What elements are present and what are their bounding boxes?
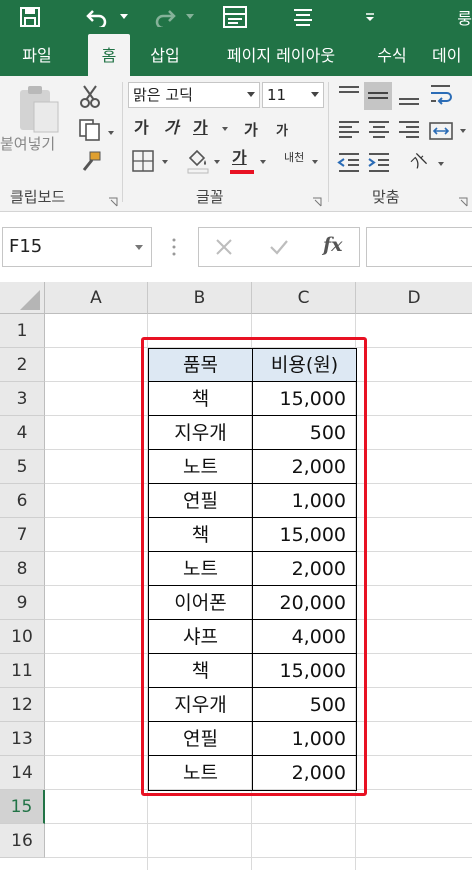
increase-indent-icon[interactable] [366,150,392,176]
top-align-icon[interactable] [336,82,362,108]
redo-dropdown-icon[interactable] [184,2,196,32]
formula-bar-splitter-icon[interactable] [172,238,176,256]
name-box[interactable]: F15 [2,227,152,267]
copy-icon[interactable] [78,118,102,142]
fill-color-icon[interactable] [186,148,210,174]
wrap-text-icon[interactable] [428,82,454,108]
merge-center-icon[interactable] [428,118,454,144]
tab-data[interactable]: 데이 [432,34,472,76]
group-separator [328,82,329,202]
format-painter-icon[interactable] [78,150,102,174]
row-header-5[interactable]: 5 [0,450,45,484]
formula-input[interactable] [366,227,472,267]
borders-dropdown-icon[interactable] [162,160,168,164]
select-all-corner[interactable] [0,282,45,314]
underline-button[interactable]: 가 [193,118,208,138]
grow-font-button[interactable]: 가 [244,120,258,140]
row-header-11[interactable]: 11 [0,654,45,688]
font-size-value: 11 [267,86,287,104]
column-header-a[interactable]: A [45,282,148,314]
row-header-3[interactable]: 3 [0,382,45,416]
undo-icon[interactable] [80,2,114,32]
font-color-swatch [230,170,254,174]
column-header-b[interactable]: B [148,282,252,314]
grid-row-line [45,857,472,858]
font-color-button[interactable]: 가 [232,148,247,168]
underline-dropdown-icon[interactable] [222,127,228,131]
phonetic-dropdown-icon[interactable] [312,160,318,164]
align-center-icon[interactable] [366,118,392,144]
alignment-group-label: 맞춤 [372,188,400,206]
chevron-down-icon [311,92,319,97]
title-bar: 룽 [0,0,472,34]
fill-color-dropdown-icon[interactable] [214,160,220,164]
shrink-font-button[interactable]: 가 [276,122,288,142]
row-header-1[interactable]: 1 [0,314,45,348]
row-header-6[interactable]: 6 [0,484,45,518]
column-header-d[interactable]: D [356,282,472,314]
tab-page-layout[interactable]: 페이지 레이아웃 [206,34,356,76]
highlight-box [141,337,367,796]
customize-toolbar-icon[interactable] [362,2,378,32]
row-header-14[interactable]: 14 [0,756,45,790]
row-header-16[interactable]: 16 [0,824,45,858]
save-icon[interactable] [14,2,46,32]
orientation-button[interactable]: 가 [407,150,432,175]
clipboard-launcher-icon[interactable] [108,192,118,207]
row-header-15[interactable]: 15 [0,790,45,824]
middle-align-icon[interactable] [364,82,392,110]
insert-function-button[interactable]: fx [323,234,343,256]
row-header-4[interactable]: 4 [0,416,45,450]
decrease-indent-icon[interactable] [336,150,362,176]
redo-icon[interactable] [148,2,182,32]
tab-insert[interactable]: 삽입 [140,34,190,76]
font-name-value: 맑은 고딕 [133,86,193,104]
window-title: 룽 [457,9,472,28]
copy-dropdown-icon[interactable] [108,131,114,135]
alignment-launcher-icon[interactable] [458,192,468,207]
font-name-combo[interactable]: 맑은 고딕 [128,82,260,108]
font-launcher-icon[interactable] [312,192,322,207]
font-color-dropdown-icon[interactable] [260,160,266,164]
italic-button[interactable]: 가 [164,118,179,138]
row-header-7[interactable]: 7 [0,518,45,552]
column-header-c[interactable]: C [252,282,356,314]
group-separator [122,82,123,202]
ribbon: 붙여넣기 클립보드 맑은 고딕 11 가 가 가 가 가 가 내천 글꼴 가 맞… [0,76,472,212]
formula-buttons: fx [198,227,360,267]
align-right-icon[interactable] [396,118,422,144]
enter-check-icon[interactable] [269,238,289,260]
orientation-dropdown-icon[interactable] [438,162,444,166]
row-header-12[interactable]: 12 [0,688,45,722]
align-left-icon[interactable] [336,118,362,144]
borders-icon[interactable] [132,150,156,174]
chevron-down-icon [247,92,255,97]
grid-row-line [45,823,472,824]
tab-file[interactable]: 파일 [6,34,68,76]
ribbon-tabs: 파일 홈 삽입 페이지 레이아웃 수식 데이 [0,34,472,76]
phonetic-button[interactable]: 내천 [284,148,304,168]
cut-icon[interactable] [78,84,102,108]
cancel-icon[interactable] [215,238,233,260]
undo-dropdown-icon[interactable] [118,2,130,32]
paste-icon[interactable] [14,84,62,134]
row-header-10[interactable]: 10 [0,620,45,654]
bottom-align-icon[interactable] [396,82,422,108]
row-header-9[interactable]: 9 [0,586,45,620]
name-box-value: F15 [9,236,43,257]
row-header-8[interactable]: 8 [0,552,45,586]
bold-button[interactable]: 가 [134,118,149,138]
font-group-label: 글꼴 [196,188,224,206]
form-icon[interactable] [220,2,250,32]
row-header-13[interactable]: 13 [0,722,45,756]
clipboard-group-label: 클립보드 [10,188,66,206]
row-header-2[interactable]: 2 [0,348,45,382]
tab-formulas[interactable]: 수식 [366,34,418,76]
tab-home[interactable]: 홈 [88,34,130,76]
font-size-combo[interactable]: 11 [262,82,324,108]
merge-dropdown-icon[interactable] [460,129,466,133]
paste-button-label[interactable]: 붙여넣기 [0,134,55,154]
align-text-icon[interactable] [288,2,318,32]
chevron-down-icon [135,245,143,250]
